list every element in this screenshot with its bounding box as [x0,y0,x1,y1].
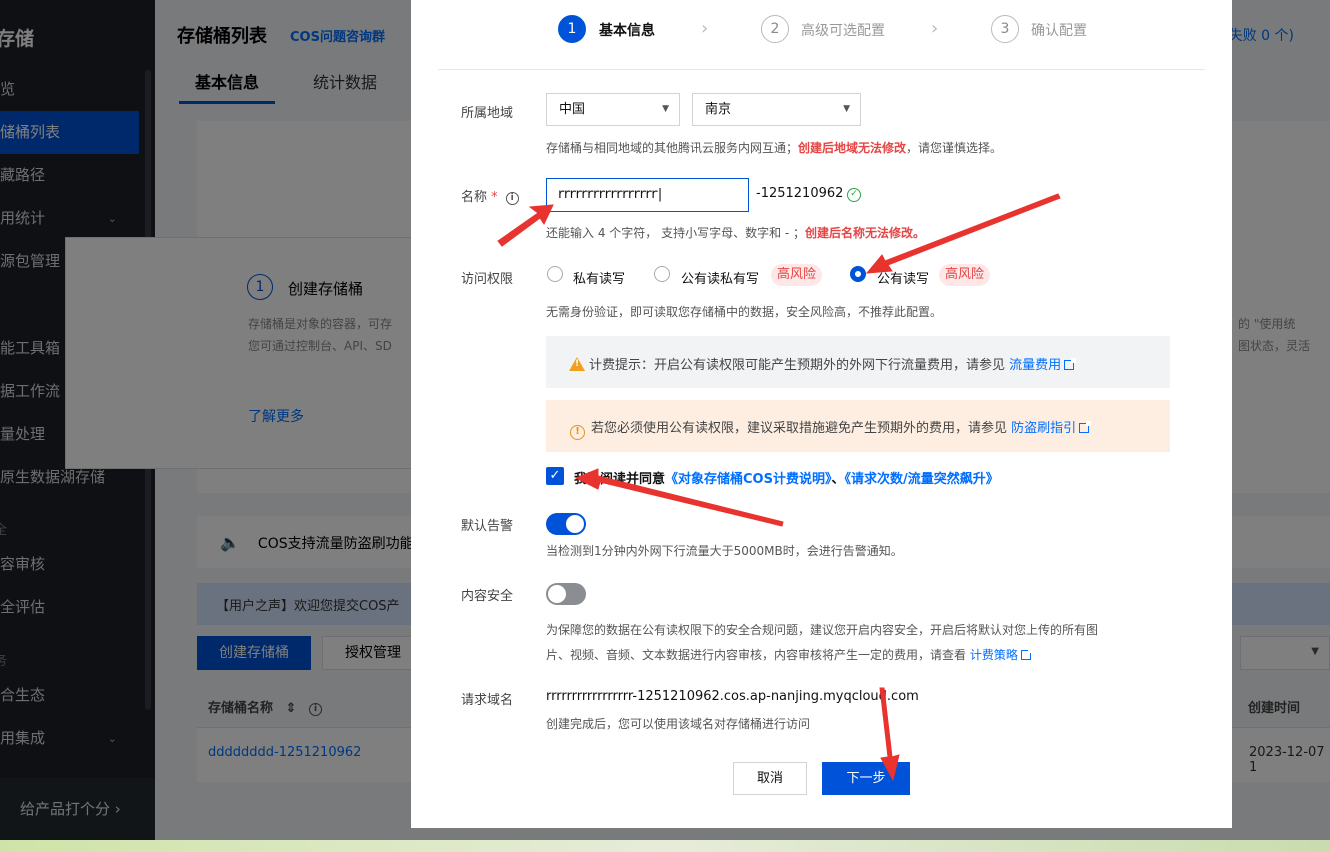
radio-public-read-label[interactable]: 公有读私有写 [681,268,759,287]
radio-public-read-write-label[interactable]: 公有读写 [877,268,929,287]
bucket-name-input[interactable]: rrrrrrrrrrrrrrrrr| [546,178,749,212]
next-step-button[interactable]: 下一步 [822,762,910,795]
cancel-button[interactable]: 取消 [733,762,807,795]
alarm-hint: 当检测到1分钟内外网下行流量大于5000MB时，会进行告警通知。 [546,544,903,558]
traffic-fee-link[interactable]: 流量费用 [1009,358,1061,373]
check-circle-icon: ✓ [847,188,861,202]
chevron-right-icon: › [701,18,709,39]
content-security-hint-1: 为保障您的数据在公有读权限下的安全合规问题，建议您开启内容安全，开启后将默认对您… [546,623,1099,637]
traffic-spike-doc-link[interactable]: 《请求次数/流量突然飙升》 [845,472,999,487]
warning-icon [569,357,585,371]
radio-private[interactable] [547,266,563,282]
taskbar-strip [0,840,1330,852]
name-hint: 还能输入 4 个字符， 支持小写字母、数字和 - ；创建后名称无法修改。 [546,226,926,240]
external-link-icon [1079,421,1092,433]
radio-public-read-write[interactable] [850,266,866,282]
domain-hint: 创建完成后，您可以使用该域名对存储桶进行访问 [546,717,811,731]
divider [438,69,1205,70]
warn-tip: ! 若您必须使用公有读权限，建议采取措施避免产生预期外的费用，请参见 防盗刷指引 [570,417,1092,440]
radio-private-label[interactable]: 私有读写 [573,268,625,287]
domain-label: 请求域名 [461,693,514,708]
bucket-name-value: rrrrrrrrrrrrrrrrr [557,187,658,202]
region-city-value: 南京 [705,102,732,117]
alarm-label: 默认告警 [461,519,514,534]
agree-text: 我已阅读并同意《对象存储桶COS计费说明》、《请求次数/流量突然飙升》 [574,472,999,487]
region-label: 所属地域 [461,106,514,121]
radio-public-read[interactable] [654,266,670,282]
request-domain: rrrrrrrrrrrrrrrrr-1251210962.cos.ap-nanj… [546,689,919,704]
billing-policy-link[interactable]: 计费策略 [970,648,1018,662]
step-2-label: 高级可选配置 [801,23,885,39]
access-label: 访问权限 [461,272,514,287]
region-country-value: 中国 [559,102,586,117]
region-city-select[interactable]: 南京 ▼ [692,93,861,126]
toggle-knob [566,515,584,533]
step-1-label: 基本信息 [599,23,655,39]
region-hint: 存储桶与相同地域的其他腾讯云服务内网互通；创建后地域无法修改，请您谨慎选择。 [546,141,1003,155]
step-3-label: 确认配置 [1031,23,1087,39]
fee-tip: 计费提示：开启公有读权限可能产生预期外的外网下行流量费用，请参见 流量费用 [569,354,1077,373]
risk-badge: 高风险 [771,264,823,286]
anti-leech-guide-link[interactable]: 防盗刷指引 [1011,421,1076,436]
content-security-toggle[interactable] [546,583,586,605]
billing-doc-link[interactable]: 《对象存储桶COS计费说明》 [665,472,831,487]
alert-circle-icon: ! [570,425,585,440]
region-country-select[interactable]: 中国 ▼ [546,93,680,126]
external-link-icon [1020,648,1033,660]
caret-down-icon: ▼ [662,104,669,114]
content-security-hint-2: 片、视频、音频、文本数据进行内容审核，内容审核将产生一定的费用，请查看 计费策略 [546,646,1033,663]
access-hint: 无需身份验证，即可读取您存储桶中的数据，安全风险高，不推荐此配置。 [546,305,943,319]
chevron-right-icon: › [931,18,939,39]
appid-suffix: -1251210962 [756,186,844,201]
external-link-icon [1064,358,1077,370]
name-label: 名称 * i [461,186,519,205]
content-security-label: 内容安全 [461,589,514,604]
agree-checkbox[interactable]: ✓ [546,467,564,485]
create-bucket-dialog: 1 基本信息 › 2 高级可选配置 › 3 确认配置 所属地域 中国 ▼ 南京 ▼ … [411,0,1232,828]
step-2-number: 2 [761,15,789,43]
toggle-knob [548,585,566,603]
risk-badge: 高风险 [939,264,991,286]
alarm-toggle[interactable] [546,513,586,535]
stepper: 1 基本信息 › 2 高级可选配置 › 3 确认配置 [411,0,1232,70]
step-3-number: 3 [991,15,1019,43]
info-icon[interactable]: i [505,192,519,205]
text-cursor: | [656,187,664,202]
caret-down-icon: ▼ [843,104,850,114]
step-1-number: 1 [558,15,586,43]
